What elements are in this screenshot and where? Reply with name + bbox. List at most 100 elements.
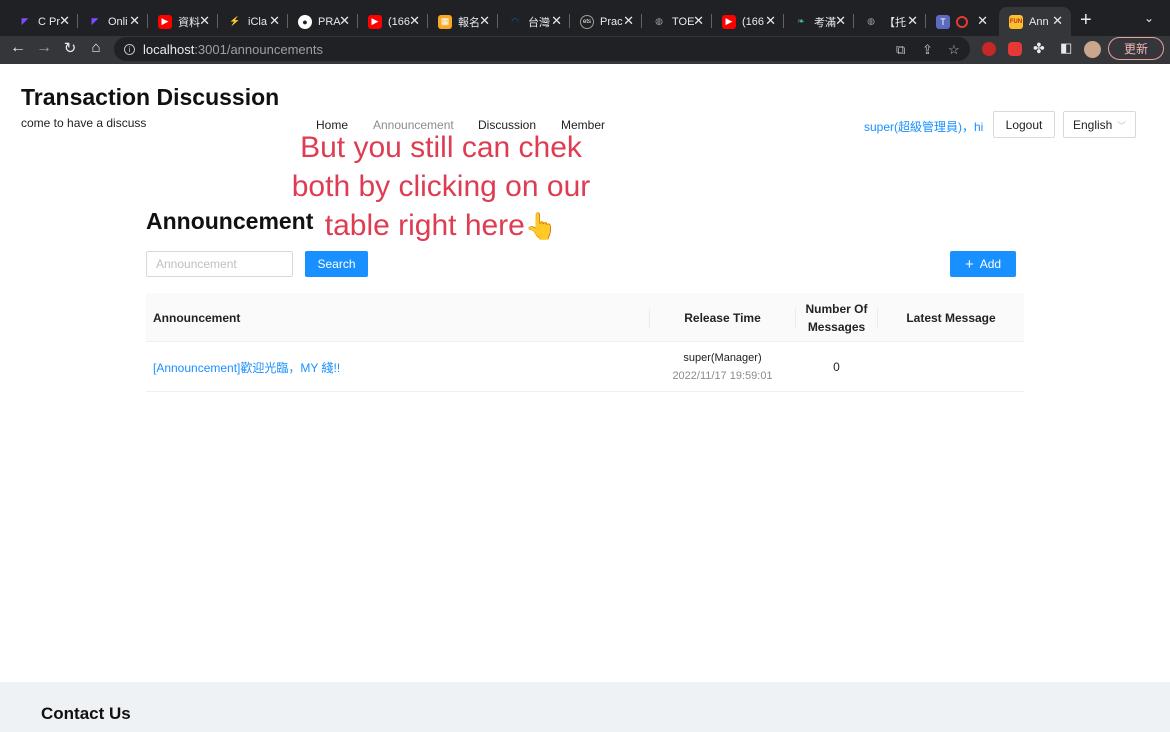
close-tab-icon[interactable]: ✕ [339, 13, 350, 29]
add-button-label: Add [979, 257, 1002, 271]
close-tab-icon[interactable]: ✕ [835, 13, 846, 29]
browser-tab[interactable]: ▶ (166 ✕ [712, 7, 784, 36]
image-icon: ▦ [438, 14, 452, 29]
close-tab-icon[interactable]: ✕ [129, 13, 140, 29]
new-tab-icon[interactable]: + [1080, 9, 1092, 32]
teams-icon: T [936, 14, 950, 29]
release-timestamp: 2022/11/17 19:59:01 [672, 370, 773, 382]
browser-tab[interactable]: T ✕ [926, 7, 996, 36]
overlay-line: But you still can chek [300, 131, 582, 164]
youtube-icon: ▶ [368, 14, 382, 29]
github-icon: ● [298, 14, 312, 29]
browser-tab[interactable]: ▦ 報名 ✕ [428, 7, 498, 36]
close-tab-icon[interactable]: ✕ [269, 13, 280, 29]
add-button[interactable]: + Add [950, 251, 1016, 277]
browser-tab[interactable]: ● PRA ✕ [288, 7, 358, 36]
browser-tab[interactable]: ⚡ iCla ✕ [218, 7, 288, 36]
release-time-cell: super(Manager) 2022/11/17 19:59:01 [650, 342, 795, 392]
site-title: Transaction Discussion [21, 84, 280, 110]
recording-icon [956, 15, 968, 28]
side-panel-icon[interactable]: ◧ [1060, 40, 1072, 56]
extension-red-icon[interactable] [1008, 42, 1022, 56]
table-header: Announcement Release Time Number Of Mess… [146, 293, 1024, 342]
browser-tab[interactable]: ◠ 台灣 ✕ [498, 7, 570, 36]
browser-tab[interactable]: ◍ TOE ✕ [642, 7, 712, 36]
browser-tab[interactable]: ◤ Onli ✕ [78, 7, 148, 36]
close-tab-icon[interactable]: ✕ [693, 13, 704, 29]
column-header-release-time: Release Time [684, 310, 761, 325]
browser-toolbar: ← → ↻ ⌂ i localhost:3001/announcements ⧉… [0, 36, 1170, 64]
column-header-latest-message: Latest Message [906, 310, 996, 325]
close-tab-icon[interactable]: ✕ [59, 13, 70, 29]
announcement-table: Announcement Release Time Number Of Mess… [146, 293, 1024, 392]
chevron-down-icon: ﹀ [1116, 121, 1126, 131]
ublock-icon[interactable] [982, 42, 996, 56]
home-icon[interactable]: ⌂ [86, 39, 106, 56]
close-tab-icon[interactable]: ✕ [409, 13, 420, 29]
browser-tab[interactable]: ◤ C Pr ✕ [8, 7, 78, 36]
url-host: localhost [143, 41, 195, 57]
close-tab-icon[interactable]: ✕ [765, 13, 776, 29]
back-icon[interactable]: ← [8, 39, 28, 57]
site-subtitle: come to have a discuss [21, 116, 147, 130]
tab-search-icon[interactable]: ⌄ [1144, 11, 1154, 25]
globe-icon: ◍ [867, 16, 875, 26]
browser-tab[interactable]: ❧ 考滿 ✕ [784, 7, 854, 36]
ets-icon: ets [580, 14, 594, 29]
close-tab-icon[interactable]: ✕ [551, 13, 562, 29]
edge-icon: ◠ [511, 16, 519, 26]
footer-title: Contact Us [41, 704, 131, 723]
youtube-icon: ▶ [158, 14, 172, 29]
translate-icon[interactable]: ⧉ [896, 42, 905, 58]
plus-icon: + [964, 255, 974, 273]
page-title: Announcement [146, 208, 314, 234]
close-tab-icon[interactable]: ✕ [479, 13, 490, 29]
browser-tab[interactable]: ets Prac ✕ [570, 7, 642, 36]
forward-icon[interactable]: → [34, 39, 54, 57]
close-tab-icon[interactable]: ✕ [977, 13, 988, 29]
overlay-caption: But you still can chek both by clicking … [276, 128, 606, 246]
user-greeting[interactable]: super(超級管理員)，hi [864, 118, 983, 135]
overlay-line: both by clicking on our [291, 170, 591, 203]
language-value: English [1073, 117, 1113, 132]
release-author: super(Manager) [683, 352, 762, 364]
overlay-line: table right here [324, 209, 525, 242]
profile-avatar[interactable] [1084, 41, 1101, 58]
browser-tab-active[interactable]: FUN Ann ✕ [999, 7, 1071, 36]
iclass-icon: ⚡ [229, 16, 241, 26]
pointing-hand-icon: 👆 [524, 211, 558, 241]
search-input[interactable] [146, 251, 293, 277]
close-tab-icon[interactable]: ✕ [907, 13, 918, 29]
address-bar[interactable]: i localhost:3001/announcements ⧉ ⇪ ☆ [114, 37, 970, 61]
footer: Contact Us [0, 682, 1170, 732]
url-path: :3001/announcements [194, 41, 323, 57]
announcement-link[interactable]: [Announcement]歡迎光臨，MY 綫!! [153, 342, 340, 392]
reload-icon[interactable]: ↻ [60, 39, 80, 57]
column-header-messages: Number Of Messages [805, 301, 868, 334]
close-tab-icon[interactable]: ✕ [623, 13, 634, 29]
extensions-puzzle-icon[interactable]: ✤ [1033, 40, 1045, 57]
latest-message [878, 342, 1024, 392]
bookmark-star-icon[interactable]: ☆ [948, 42, 960, 58]
close-tab-icon[interactable]: ✕ [1052, 13, 1063, 29]
browser-tab[interactable]: ▶ (166 ✕ [358, 7, 428, 36]
browser-tab[interactable]: ◍ 【托 ✕ [854, 7, 926, 36]
share-icon[interactable]: ⇪ [922, 42, 933, 58]
p-logo-icon: ◤ [21, 16, 29, 26]
youtube-icon: ▶ [722, 14, 736, 29]
site-info-icon[interactable]: i [124, 43, 135, 55]
message-count: 0 [833, 360, 840, 374]
table-row[interactable]: [Announcement]歡迎光臨，MY 綫!! super(Manager)… [146, 342, 1024, 392]
column-header-announcement: Announcement [153, 310, 241, 325]
globe-icon: ◍ [655, 16, 663, 26]
p-logo-icon: ◤ [91, 16, 99, 26]
fun-icon: FUN [1009, 14, 1023, 29]
browser-tab-strip: ◤ C Pr ✕ ◤ Onli ✕ ▶ 資料 ✕ ⚡ iCla ✕ ● PRA … [0, 0, 1170, 36]
logout-button[interactable]: Logout [993, 111, 1055, 138]
leaf-icon: ❧ [797, 16, 805, 26]
search-button[interactable]: Search [305, 251, 368, 277]
close-tab-icon[interactable]: ✕ [199, 13, 210, 29]
language-select[interactable]: English ﹀ [1063, 111, 1136, 138]
update-button[interactable]: 更新 [1108, 37, 1164, 60]
browser-tab[interactable]: ▶ 資料 ✕ [148, 7, 218, 36]
